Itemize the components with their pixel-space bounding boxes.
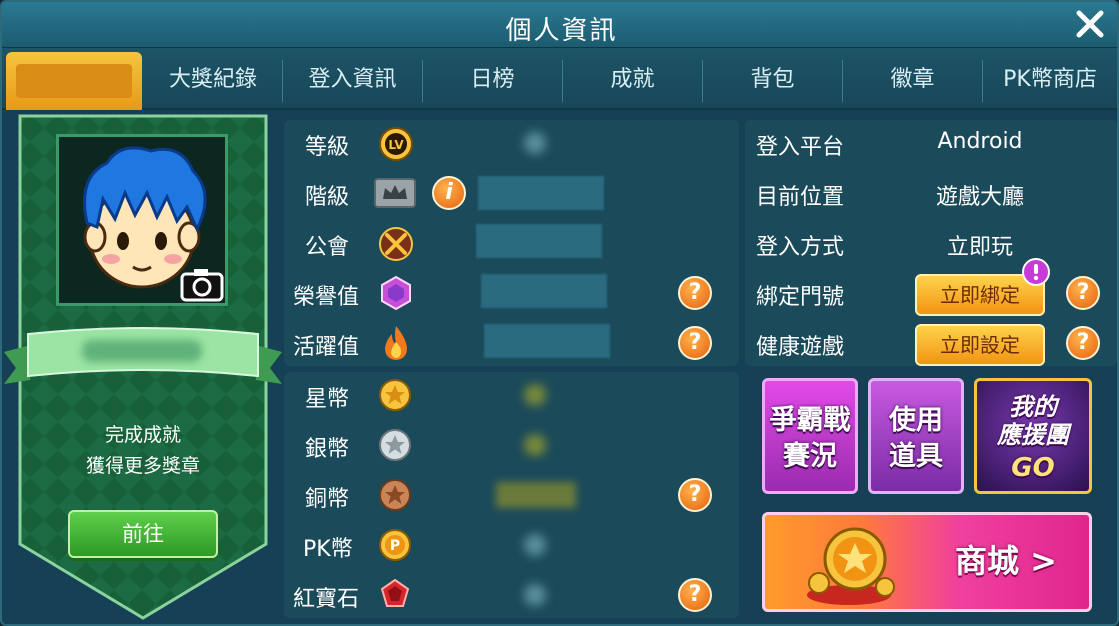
promo-line-1: 完成成就 bbox=[104, 424, 181, 446]
tab-login-info[interactable]: 登入資訊 bbox=[283, 52, 422, 110]
honor-gem-icon bbox=[381, 275, 411, 311]
star-value-hidden bbox=[524, 384, 546, 406]
stat-label-rank: 階級 bbox=[305, 185, 350, 210]
achievement-promo: 完成成就 獲得更多獎章 bbox=[16, 420, 270, 482]
healthy-gaming-button[interactable]: 立即設定 bbox=[915, 324, 1045, 366]
login-platform-value: Android bbox=[937, 129, 1023, 154]
goto-button[interactable]: 前往 bbox=[68, 510, 218, 558]
support-group-tile[interactable]: 我的 應援團 GO bbox=[974, 378, 1092, 494]
use-tile-line-2: 道具 bbox=[889, 441, 943, 472]
level-value-hidden bbox=[524, 132, 546, 154]
login-platform-label: 登入平台 bbox=[756, 135, 845, 160]
stat-label-honor: 榮譽值 bbox=[293, 285, 360, 310]
tab-bar: 大獎紀錄 登入資訊 日榜 成就 背包 徽章 PK幣商店 bbox=[2, 48, 1117, 110]
support-tile-line-1: 我的 bbox=[1009, 393, 1057, 421]
current-location-value: 遊戲大廳 bbox=[935, 185, 1024, 210]
tab-jackpot-record[interactable]: 大獎紀錄 bbox=[144, 52, 282, 110]
honor-value-hidden bbox=[481, 274, 607, 308]
promo-line-2: 獲得更多獎章 bbox=[85, 455, 200, 477]
title-bar: 個人資訊 bbox=[2, 2, 1117, 48]
star-coin-icon bbox=[379, 379, 411, 411]
healthy-gaming-label: 健康遊戲 bbox=[756, 335, 845, 360]
tab-badges[interactable]: 徽章 bbox=[843, 52, 982, 110]
stat-label-guild: 公會 bbox=[305, 235, 350, 260]
bind-phone-label: 綁定門號 bbox=[756, 285, 845, 310]
coin-pile-icon bbox=[807, 527, 895, 605]
silver-value-hidden bbox=[524, 434, 546, 456]
close-icon[interactable] bbox=[1073, 7, 1107, 41]
currency-label-ruby: 紅寶石 bbox=[293, 587, 360, 612]
battle-tile-line-1: 爭霸戰 bbox=[769, 405, 851, 436]
flame-icon bbox=[385, 326, 407, 360]
current-location-label: 目前位置 bbox=[756, 185, 845, 210]
copper-value-hidden bbox=[496, 482, 576, 508]
ruby-value-hidden bbox=[524, 584, 546, 606]
tab-daily-rank[interactable]: 日榜 bbox=[423, 52, 562, 110]
tab-backpack[interactable]: 背包 bbox=[703, 52, 842, 110]
tab-pk-shop[interactable]: PK幣商店 bbox=[983, 52, 1117, 110]
copper-help-icon[interactable]: ? bbox=[678, 478, 712, 512]
profile-card: 完成成就 獲得更多獎章 前往 bbox=[4, 114, 282, 620]
use-items-tile[interactable]: 使用 道具 bbox=[868, 378, 964, 494]
svg-text:P: P bbox=[390, 538, 400, 554]
battle-tile-line-2: 賽況 bbox=[783, 441, 837, 472]
personal-info-window: 個人資訊 大獎紀錄 登入資訊 日榜 成就 背包 徽章 PK幣商店 完成成就 獲得… bbox=[0, 0, 1119, 626]
battle-status-tile[interactable]: 爭霸戰 賽況 bbox=[762, 378, 858, 494]
currency-label-star: 星幣 bbox=[305, 387, 350, 412]
support-tile-go: GO bbox=[1011, 453, 1055, 483]
alert-icon bbox=[1022, 258, 1050, 286]
pk-value-hidden bbox=[524, 534, 546, 556]
support-tile-line-2: 應援團 bbox=[997, 421, 1069, 449]
copper-coin-icon bbox=[379, 479, 411, 511]
currency-label-copper: 銅幣 bbox=[305, 487, 350, 512]
ruby-icon bbox=[380, 578, 410, 607]
tab-active-highlight bbox=[16, 64, 132, 98]
tab-achievements[interactable]: 成就 bbox=[563, 52, 702, 110]
window-title: 個人資訊 bbox=[505, 16, 618, 46]
tab-active-profile[interactable] bbox=[6, 52, 142, 110]
use-tile-line-1: 使用 bbox=[889, 405, 943, 436]
player-name-hidden bbox=[82, 340, 202, 362]
health-help-icon[interactable]: ? bbox=[1066, 326, 1100, 360]
pk-coin-icon: P bbox=[379, 529, 411, 561]
ruby-help-icon[interactable]: ? bbox=[678, 578, 712, 612]
name-ribbon bbox=[4, 327, 282, 384]
guild-swords-icon bbox=[379, 227, 413, 261]
svg-text:LV: LV bbox=[388, 138, 404, 152]
shop-label: 商城 > bbox=[955, 542, 1057, 580]
activity-value-hidden bbox=[484, 324, 610, 358]
activity-help-icon[interactable]: ? bbox=[678, 326, 712, 360]
level-badge-icon: LV bbox=[379, 127, 413, 161]
camera-icon[interactable] bbox=[180, 266, 224, 302]
silver-coin-icon bbox=[379, 429, 411, 461]
rank-value-hidden bbox=[478, 176, 604, 210]
stat-label-activity: 活躍值 bbox=[293, 335, 360, 360]
login-method-label: 登入方式 bbox=[756, 235, 845, 260]
shop-banner[interactable]: 商城 > bbox=[762, 512, 1092, 612]
stat-label-level: 等級 bbox=[305, 135, 350, 160]
bind-help-icon[interactable]: ? bbox=[1066, 276, 1100, 310]
currency-label-silver: 銀幣 bbox=[305, 437, 350, 462]
honor-help-icon[interactable]: ? bbox=[678, 276, 712, 310]
guild-value-hidden bbox=[476, 224, 602, 258]
currency-label-pk: PK幣 bbox=[303, 537, 353, 562]
crown-icon bbox=[374, 178, 416, 208]
info-icon[interactable]: i bbox=[432, 176, 466, 210]
